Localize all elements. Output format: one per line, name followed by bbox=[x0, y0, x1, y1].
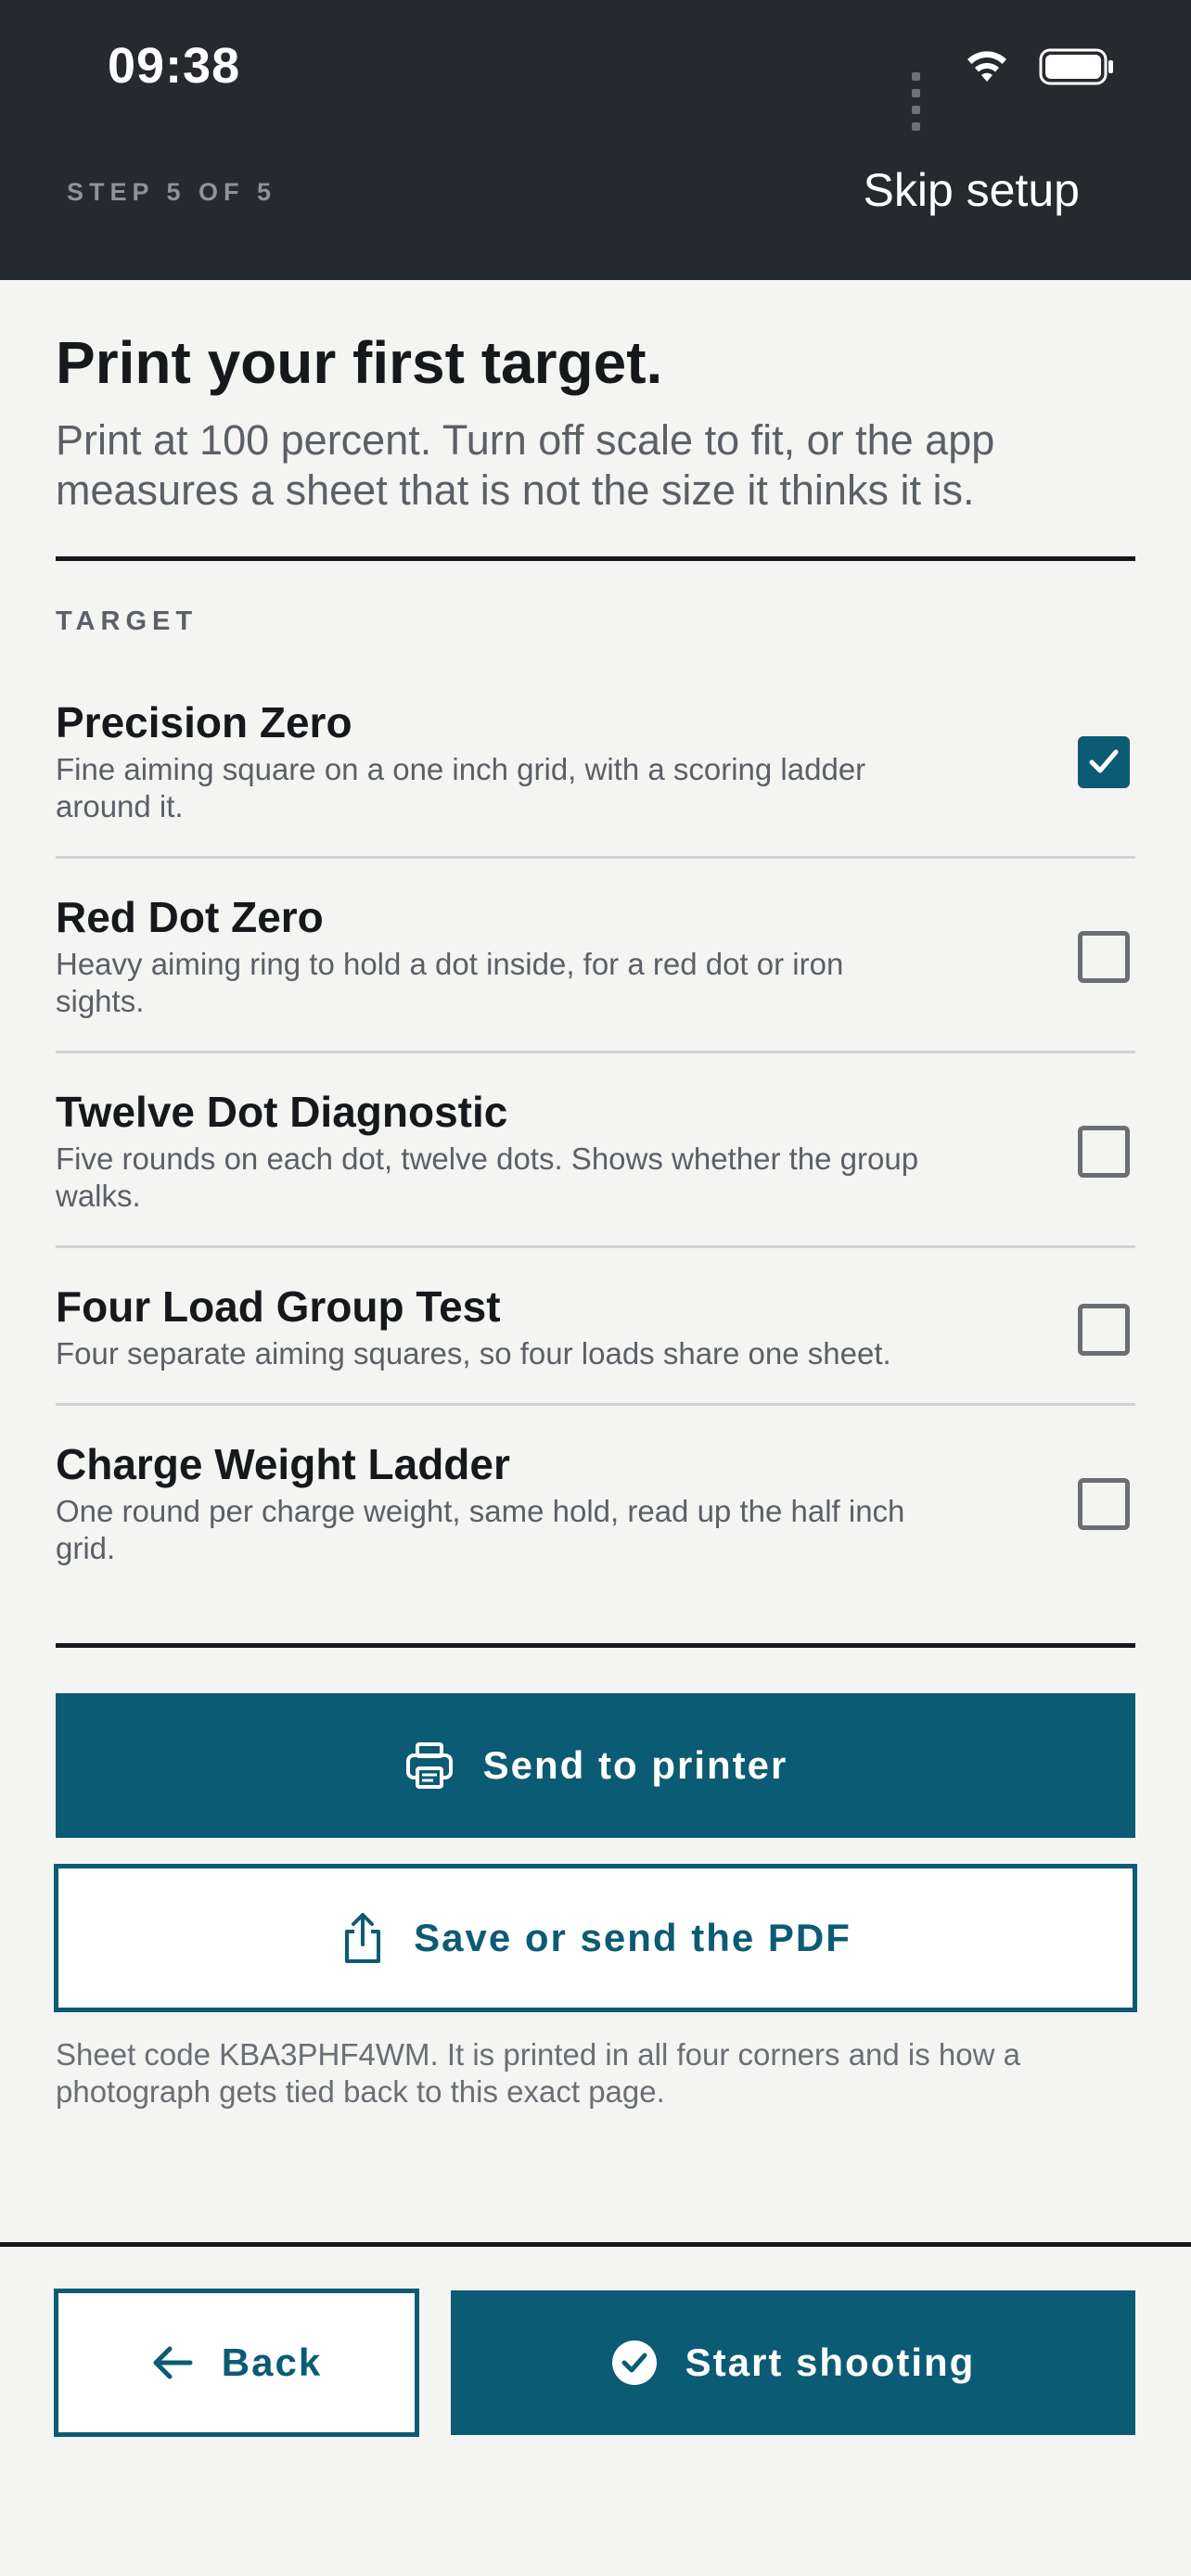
send-to-printer-label: Send to printer bbox=[482, 1743, 788, 1787]
step-indicator: STEP 5 OF 5 bbox=[67, 178, 277, 206]
page-title: Print your first target. bbox=[56, 329, 663, 396]
footer-divider bbox=[0, 2242, 1191, 2247]
target-option-charge-weight-ladder[interactable]: Charge Weight Ladder One round per charg… bbox=[56, 1439, 1135, 1600]
section-label: TARGET bbox=[56, 606, 198, 636]
skip-setup-button[interactable]: Skip setup bbox=[864, 163, 1080, 217]
printer-icon bbox=[403, 1740, 455, 1792]
target-option-precision-zero[interactable]: Precision Zero Fine aiming square on a o… bbox=[56, 697, 1135, 859]
option-title: Charge Weight Ladder bbox=[56, 1440, 510, 1488]
sheet-code-note: Sheet code KBA3PHF4WM. It is printed in … bbox=[56, 2037, 1020, 2109]
check-circle-icon bbox=[611, 2340, 658, 2386]
option-description: One round per charge weight, same hold, … bbox=[56, 1494, 905, 1565]
checkbox[interactable] bbox=[1078, 1126, 1130, 1178]
save-pdf-label: Save or send the PDF bbox=[414, 1916, 852, 1959]
back-label: Back bbox=[221, 2340, 323, 2384]
checkbox[interactable] bbox=[1078, 1478, 1130, 1530]
start-shooting-label: Start shooting bbox=[685, 2340, 976, 2384]
option-title: Four Load Group Test bbox=[56, 1282, 501, 1331]
start-shooting-button[interactable]: Start shooting bbox=[451, 2290, 1135, 2435]
checkbox[interactable] bbox=[1078, 931, 1130, 983]
checkbox[interactable] bbox=[1078, 1304, 1130, 1356]
option-title: Twelve Dot Diagnostic bbox=[56, 1088, 508, 1136]
checkmark-icon bbox=[1089, 749, 1119, 773]
battery-icon bbox=[1039, 48, 1113, 85]
checkbox-checked[interactable] bbox=[1078, 736, 1130, 788]
target-option-red-dot-zero[interactable]: Red Dot Zero Heavy aiming ring to hold a… bbox=[56, 892, 1135, 1053]
share-icon bbox=[339, 1911, 386, 1965]
signal-icon bbox=[907, 69, 920, 135]
option-title: Red Dot Zero bbox=[56, 893, 324, 941]
option-description: Fine aiming square on a one inch grid, w… bbox=[56, 752, 866, 823]
target-option-four-load-group-test[interactable]: Four Load Group Test Four separate aimin… bbox=[56, 1282, 1135, 1406]
status-time: 09:38 bbox=[108, 38, 241, 94]
top-bar: 09:38 STEP 5 OF 5 Skip setup bbox=[0, 0, 1191, 280]
option-description: Heavy aiming ring to hold a dot inside, … bbox=[56, 947, 844, 1018]
wifi-icon bbox=[967, 51, 1006, 82]
option-description: Four separate aiming squares, so four lo… bbox=[56, 1336, 891, 1371]
option-title: Precision Zero bbox=[56, 698, 352, 746]
divider bbox=[56, 1643, 1135, 1648]
back-button[interactable]: Back bbox=[54, 2289, 419, 2437]
divider bbox=[56, 556, 1135, 561]
save-pdf-button[interactable]: Save or send the PDF bbox=[54, 1864, 1137, 2012]
option-description: Five rounds on each dot, twelve dots. Sh… bbox=[56, 1141, 919, 1213]
page-subtitle: Print at 100 percent. Turn off scale to … bbox=[56, 416, 995, 514]
arrow-left-icon bbox=[151, 2344, 194, 2381]
target-option-twelve-dot-diagnostic[interactable]: Twelve Dot Diagnostic Five rounds on eac… bbox=[56, 1087, 1135, 1248]
send-to-printer-button[interactable]: Send to printer bbox=[56, 1693, 1135, 1838]
